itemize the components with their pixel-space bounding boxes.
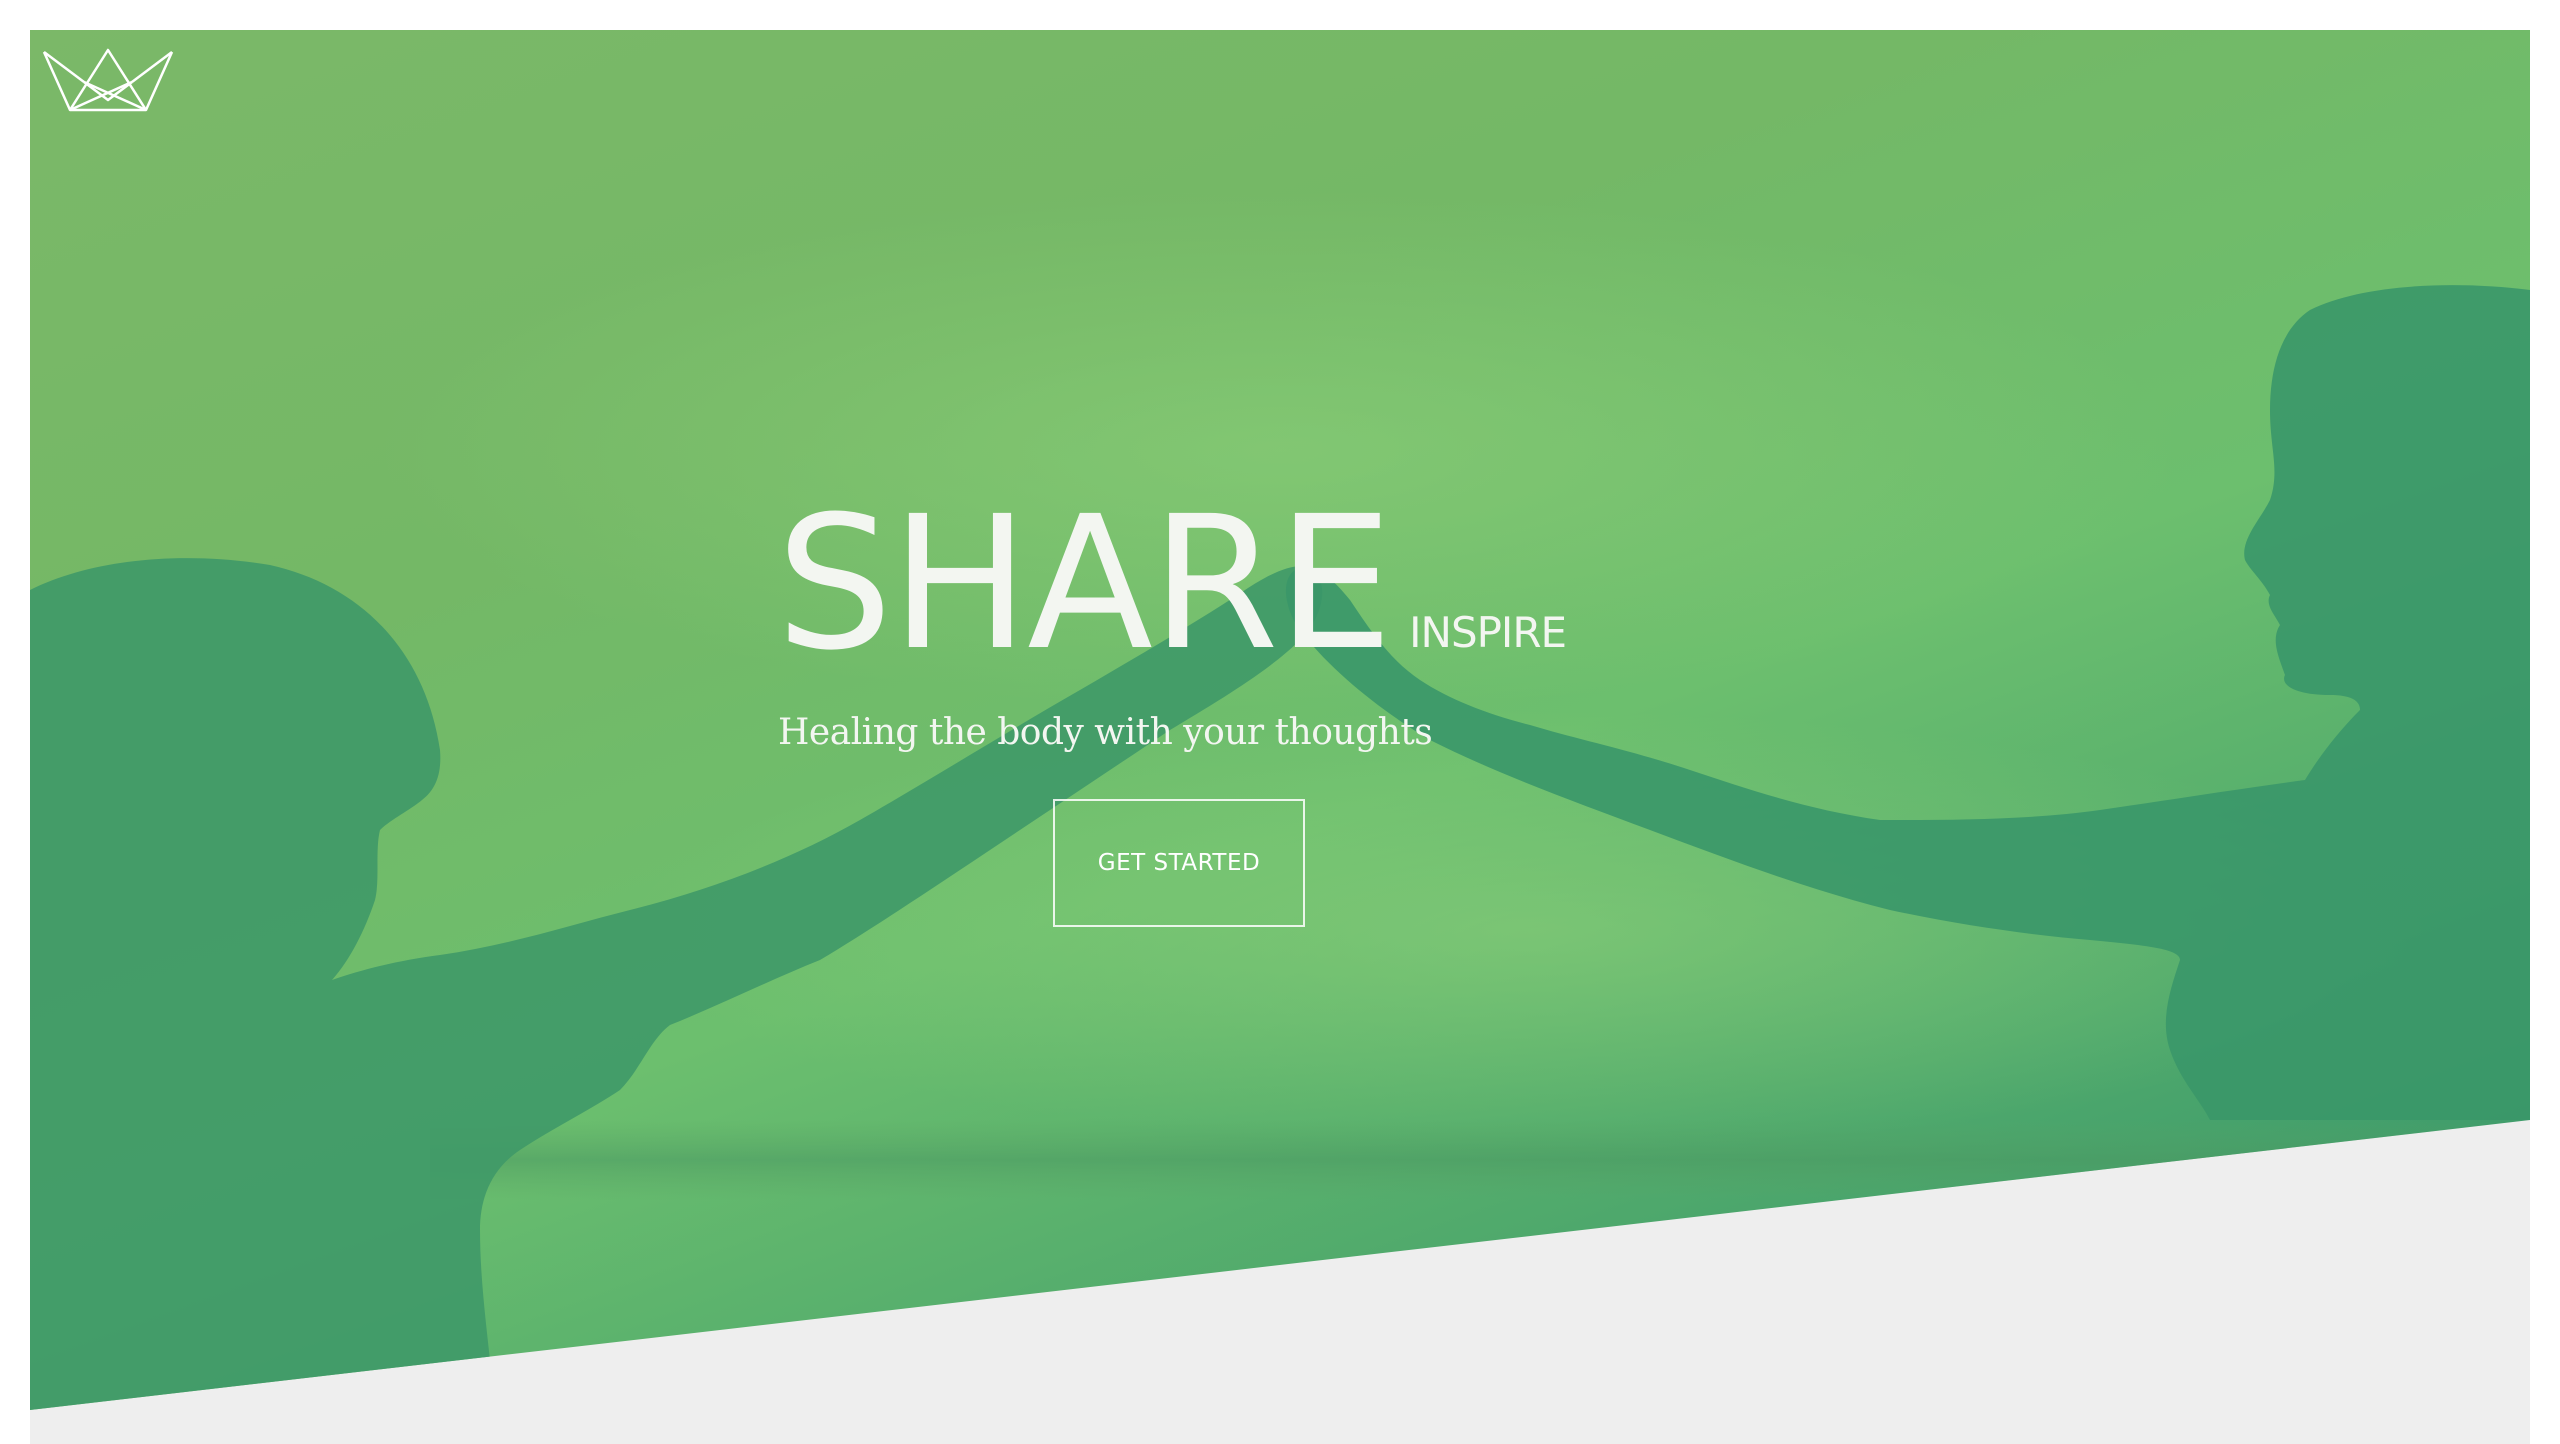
get-started-button[interactable]: GET STARTED: [1053, 799, 1305, 927]
headline-share: SHARE: [776, 477, 1393, 691]
page: SHARE INSPIRE Healing the body with your…: [30, 30, 2530, 1444]
hero-tagline: Healing the body with your thoughts: [778, 712, 1433, 753]
headline-inspire: INSPIRE: [1409, 608, 1567, 657]
crown-logo-icon[interactable]: [40, 40, 176, 116]
hero-section: SHARE INSPIRE Healing the body with your…: [30, 30, 2530, 1410]
hero-headline: SHARE INSPIRE: [776, 477, 1567, 691]
